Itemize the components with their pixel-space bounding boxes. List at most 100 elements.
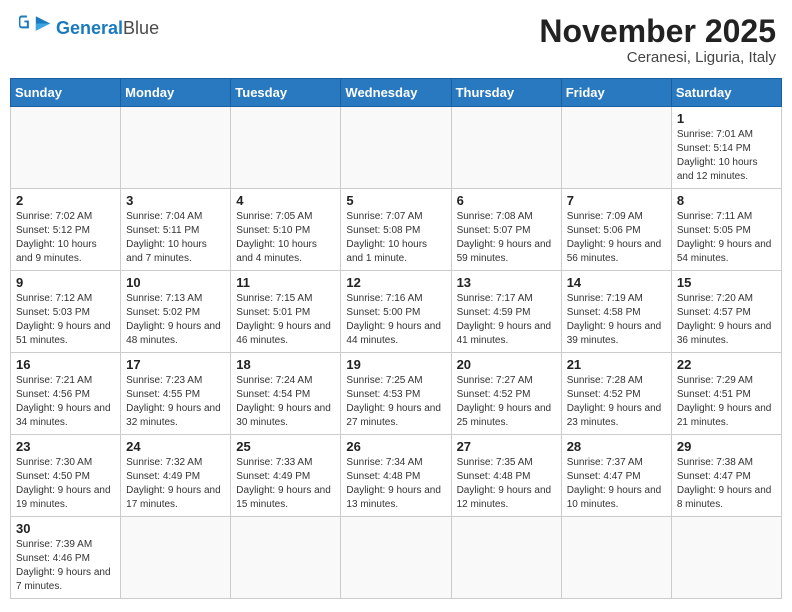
calendar-cell (451, 517, 561, 599)
day-number: 9 (16, 275, 115, 290)
cell-info: Sunrise: 7:11 AM Sunset: 5:05 PM Dayligh… (677, 210, 776, 266)
day-number: 8 (677, 193, 776, 208)
cell-info: Sunrise: 7:02 AM Sunset: 5:12 PM Dayligh… (16, 210, 115, 266)
day-number: 18 (236, 357, 335, 372)
calendar-cell: 29 Sunrise: 7:38 AM Sunset: 4:47 PM Dayli… (671, 435, 781, 517)
calendar-cell (671, 517, 781, 599)
cell-info: Sunrise: 7:08 AM Sunset: 5:07 PM Dayligh… (457, 210, 556, 266)
day-number: 26 (346, 439, 445, 454)
day-number: 4 (236, 193, 335, 208)
calendar-cell (121, 107, 231, 189)
cell-info: Sunrise: 7:07 AM Sunset: 5:08 PM Dayligh… (346, 210, 445, 266)
day-number: 23 (16, 439, 115, 454)
calendar-cell: 16Sunrise: 7:21 AM Sunset: 4:56 PM Dayli… (11, 353, 121, 435)
calendar-cell: 26 Sunrise: 7:34 AM Sunset: 4:48 PM Dayli… (341, 435, 451, 517)
day-number: 29 (677, 439, 776, 454)
week-row-4: 16Sunrise: 7:21 AM Sunset: 4:56 PM Dayli… (11, 353, 782, 435)
calendar-cell: 4 Sunrise: 7:05 AM Sunset: 5:10 PM Daylig… (231, 189, 341, 271)
calendar-cell (561, 107, 671, 189)
cell-info: Sunrise: 7:35 AM Sunset: 4:48 PM Dayligh… (457, 456, 556, 512)
day-number: 13 (457, 275, 556, 290)
day-number: 22 (677, 357, 776, 372)
week-row-5: 23 Sunrise: 7:30 AM Sunset: 4:50 PM Dayli… (11, 435, 782, 517)
calendar-cell: 12 Sunrise: 7:16 AM Sunset: 5:00 PM Dayli… (341, 271, 451, 353)
day-number: 6 (457, 193, 556, 208)
calendar-cell (231, 107, 341, 189)
cell-info: Sunrise: 7:27 AM Sunset: 4:52 PM Dayligh… (457, 374, 556, 430)
page-header: GeneralBlue November 2025 Ceranesi, Ligu… (10, 10, 782, 70)
cell-info: Sunrise: 7:28 AM Sunset: 4:52 PM Dayligh… (567, 374, 666, 430)
cell-info: Sunrise: 7:39 AM Sunset: 4:46 PM Dayligh… (16, 538, 115, 594)
calendar-cell: 14Sunrise: 7:19 AM Sunset: 4:58 PM Dayli… (561, 271, 671, 353)
day-header-wednesday: Wednesday (341, 79, 451, 107)
month-title: November 2025 (539, 14, 776, 49)
day-number: 7 (567, 193, 666, 208)
calendar-cell: 18 Sunrise: 7:24 AM Sunset: 4:54 PM Dayli… (231, 353, 341, 435)
logo: GeneralBlue (16, 14, 159, 42)
cell-info: Sunrise: 7:16 AM Sunset: 5:00 PM Dayligh… (346, 292, 445, 348)
day-number: 30 (16, 521, 115, 536)
header-row: SundayMondayTuesdayWednesdayThursdayFrid… (11, 79, 782, 107)
calendar-cell (231, 517, 341, 599)
calendar-cell (341, 517, 451, 599)
day-number: 21 (567, 357, 666, 372)
cell-info: Sunrise: 7:29 AM Sunset: 4:51 PM Dayligh… (677, 374, 776, 430)
day-number: 25 (236, 439, 335, 454)
week-row-6: 30 Sunrise: 7:39 AM Sunset: 4:46 PM Dayli… (11, 517, 782, 599)
day-number: 11 (236, 275, 335, 290)
day-number: 17 (126, 357, 225, 372)
calendar-cell: 9 Sunrise: 7:12 AM Sunset: 5:03 PM Daylig… (11, 271, 121, 353)
cell-info: Sunrise: 7:33 AM Sunset: 4:49 PM Dayligh… (236, 456, 335, 512)
day-header-friday: Friday (561, 79, 671, 107)
day-number: 19 (346, 357, 445, 372)
cell-info: Sunrise: 7:17 AM Sunset: 4:59 PM Dayligh… (457, 292, 556, 348)
calendar-cell: 7Sunrise: 7:09 AM Sunset: 5:06 PM Daylig… (561, 189, 671, 271)
week-row-2: 2 Sunrise: 7:02 AM Sunset: 5:12 PM Daylig… (11, 189, 782, 271)
calendar-cell: 17 Sunrise: 7:23 AM Sunset: 4:55 PM Dayli… (121, 353, 231, 435)
day-number: 10 (126, 275, 225, 290)
cell-info: Sunrise: 7:20 AM Sunset: 4:57 PM Dayligh… (677, 292, 776, 348)
cell-info: Sunrise: 7:05 AM Sunset: 5:10 PM Dayligh… (236, 210, 335, 266)
calendar-cell: 6 Sunrise: 7:08 AM Sunset: 5:07 PM Daylig… (451, 189, 561, 271)
day-header-thursday: Thursday (451, 79, 561, 107)
day-number: 12 (346, 275, 445, 290)
day-number: 15 (677, 275, 776, 290)
calendar-cell: 8 Sunrise: 7:11 AM Sunset: 5:05 PM Daylig… (671, 189, 781, 271)
cell-info: Sunrise: 7:37 AM Sunset: 4:47 PM Dayligh… (567, 456, 666, 512)
calendar-cell: 2 Sunrise: 7:02 AM Sunset: 5:12 PM Daylig… (11, 189, 121, 271)
calendar-cell: 15 Sunrise: 7:20 AM Sunset: 4:57 PM Dayli… (671, 271, 781, 353)
calendar-cell: 1Sunrise: 7:01 AM Sunset: 5:14 PM Daylig… (671, 107, 781, 189)
title-block: November 2025 Ceranesi, Liguria, Italy (539, 14, 776, 66)
cell-info: Sunrise: 7:23 AM Sunset: 4:55 PM Dayligh… (126, 374, 225, 430)
day-number: 14 (567, 275, 666, 290)
cell-info: Sunrise: 7:30 AM Sunset: 4:50 PM Dayligh… (16, 456, 115, 512)
calendar-cell: 5Sunrise: 7:07 AM Sunset: 5:08 PM Daylig… (341, 189, 451, 271)
logo-text: GeneralBlue (56, 19, 159, 37)
day-header-sunday: Sunday (11, 79, 121, 107)
calendar-table: SundayMondayTuesdayWednesdayThursdayFrid… (10, 78, 782, 599)
calendar-cell (121, 517, 231, 599)
day-number: 28 (567, 439, 666, 454)
day-number: 2 (16, 193, 115, 208)
calendar-cell: 24Sunrise: 7:32 AM Sunset: 4:49 PM Dayli… (121, 435, 231, 517)
calendar-cell: 25 Sunrise: 7:33 AM Sunset: 4:49 PM Dayli… (231, 435, 341, 517)
cell-info: Sunrise: 7:12 AM Sunset: 5:03 PM Dayligh… (16, 292, 115, 348)
calendar-cell (341, 107, 451, 189)
cell-info: Sunrise: 7:15 AM Sunset: 5:01 PM Dayligh… (236, 292, 335, 348)
calendar-cell: 27Sunrise: 7:35 AM Sunset: 4:48 PM Dayli… (451, 435, 561, 517)
cell-info: Sunrise: 7:01 AM Sunset: 5:14 PM Dayligh… (677, 128, 776, 184)
cell-info: Sunrise: 7:38 AM Sunset: 4:47 PM Dayligh… (677, 456, 776, 512)
calendar-cell: 30 Sunrise: 7:39 AM Sunset: 4:46 PM Dayli… (11, 517, 121, 599)
calendar-cell: 23 Sunrise: 7:30 AM Sunset: 4:50 PM Dayli… (11, 435, 121, 517)
calendar-cell (11, 107, 121, 189)
calendar-cell (451, 107, 561, 189)
calendar-cell: 21 Sunrise: 7:28 AM Sunset: 4:52 PM Dayli… (561, 353, 671, 435)
calendar-cell: 19Sunrise: 7:25 AM Sunset: 4:53 PM Dayli… (341, 353, 451, 435)
calendar-cell: 28 Sunrise: 7:37 AM Sunset: 4:47 PM Dayli… (561, 435, 671, 517)
cell-info: Sunrise: 7:24 AM Sunset: 4:54 PM Dayligh… (236, 374, 335, 430)
cell-info: Sunrise: 7:32 AM Sunset: 4:49 PM Dayligh… (126, 456, 225, 512)
cell-info: Sunrise: 7:34 AM Sunset: 4:48 PM Dayligh… (346, 456, 445, 512)
week-row-3: 9 Sunrise: 7:12 AM Sunset: 5:03 PM Daylig… (11, 271, 782, 353)
day-header-monday: Monday (121, 79, 231, 107)
day-number: 3 (126, 193, 225, 208)
